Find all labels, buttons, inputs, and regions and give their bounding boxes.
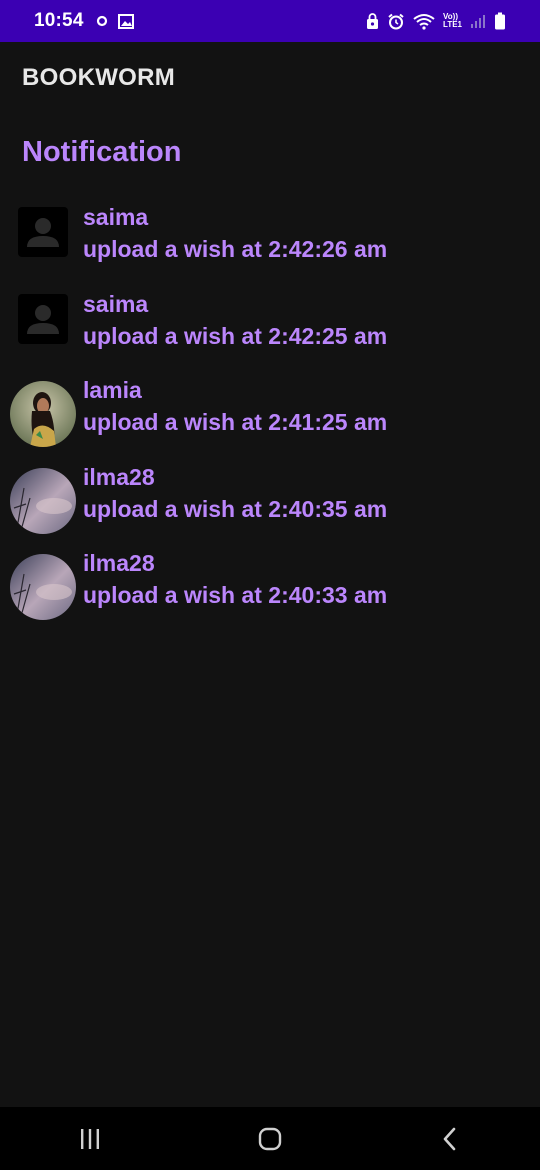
photo-avatar (10, 381, 76, 447)
volte-icon: Vo)) LTE1 (443, 13, 462, 29)
notification-item[interactable]: saima upload a wish at 2:42:25 am (0, 285, 540, 372)
battery-icon (494, 12, 506, 30)
volte-label-bottom: LTE1 (443, 20, 462, 29)
notification-user: saima (83, 290, 149, 317)
notification-message: upload a wish at 2:40:35 am (83, 495, 388, 522)
back-icon[interactable] (420, 1114, 480, 1164)
status-right-icons: Vo)) LTE1 (366, 12, 506, 30)
notification-message: upload a wish at 2:41:25 am (83, 409, 388, 435)
alarm-icon (387, 13, 405, 30)
wifi-icon (413, 13, 435, 30)
sky-photo-avatar (10, 554, 76, 620)
signal-icon (470, 13, 486, 29)
notification-item[interactable]: lamia upload a wish at 2:41:25 am (0, 371, 540, 458)
home-icon[interactable] (240, 1114, 300, 1164)
placeholder-person-icon (18, 293, 68, 344)
notification-item[interactable]: ilma28 upload a wish at 2:40:35 am (0, 458, 540, 545)
status-time: 10:54 (34, 10, 84, 31)
placeholder-person-icon (18, 207, 68, 257)
status-bar: 10:54 Vo)) LTE1 (0, 0, 540, 42)
lock-icon (366, 12, 379, 30)
notification-list: saima upload a wish at 2:42:26 am saima … (0, 198, 540, 631)
app-title: BOOKWORM (22, 64, 176, 91)
notification-item[interactable]: saima upload a wish at 2:42:26 am (0, 198, 540, 285)
image-icon (117, 13, 134, 29)
recent-apps-icon[interactable] (60, 1114, 120, 1164)
notification-user: lamia (83, 377, 142, 403)
system-nav-bar (0, 1107, 540, 1170)
circle-notification-icon (96, 15, 108, 27)
sky-photo-avatar (10, 467, 76, 534)
page-title: Notification (22, 136, 182, 168)
notification-user: saima (83, 204, 149, 230)
notification-message: upload a wish at 2:40:33 am (83, 582, 388, 608)
notification-user: ilma28 (83, 550, 155, 576)
notification-user: ilma28 (83, 463, 155, 490)
notification-message: upload a wish at 2:42:26 am (83, 236, 388, 262)
status-left-icons (96, 13, 134, 29)
notification-item[interactable]: ilma28 upload a wish at 2:40:33 am (0, 544, 540, 631)
notification-message: upload a wish at 2:42:25 am (83, 322, 388, 349)
